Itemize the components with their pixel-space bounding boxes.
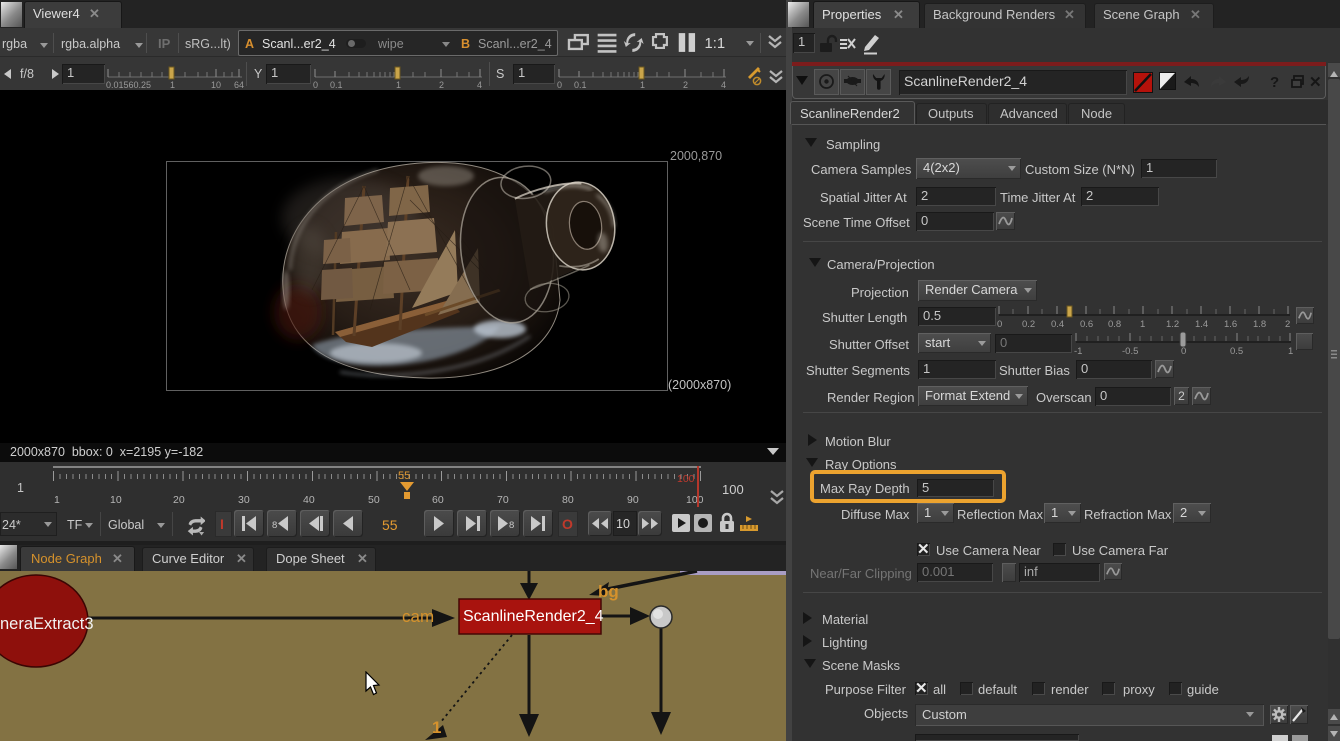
svg-text:0.01560.25: 0.01560.25 xyxy=(106,80,151,89)
svg-text:1.4: 1.4 xyxy=(1195,319,1208,329)
svg-text:64: 64 xyxy=(234,80,244,89)
svg-text:8: 8 xyxy=(509,520,514,531)
svg-text:4: 4 xyxy=(721,80,726,89)
svg-text:1.6: 1.6 xyxy=(1224,319,1237,329)
svg-text:4: 4 xyxy=(477,80,482,89)
svg-text:0: 0 xyxy=(313,80,318,89)
svg-text:1: 1 xyxy=(1288,346,1293,356)
svg-text:0.4: 0.4 xyxy=(1051,319,1064,329)
svg-text:0.1: 0.1 xyxy=(574,80,587,89)
svg-text:0.5: 0.5 xyxy=(1230,346,1243,356)
svg-text:0.8: 0.8 xyxy=(1108,319,1121,329)
svg-text:0: 0 xyxy=(997,319,1002,329)
svg-text:10: 10 xyxy=(211,80,221,89)
svg-text:1.2: 1.2 xyxy=(1166,319,1179,329)
svg-text:-1: -1 xyxy=(1074,346,1082,356)
svg-text:2: 2 xyxy=(1285,319,1290,329)
svg-text:1.8: 1.8 xyxy=(1253,319,1266,329)
svg-text:2: 2 xyxy=(683,80,688,89)
svg-text:1: 1 xyxy=(640,80,645,89)
svg-text:0.6: 0.6 xyxy=(1080,319,1093,329)
svg-text:0.1: 0.1 xyxy=(330,80,343,89)
svg-text:2: 2 xyxy=(439,80,444,89)
svg-text:-0.5: -0.5 xyxy=(1122,346,1138,356)
svg-text:1: 1 xyxy=(170,80,175,89)
svg-text:0.2: 0.2 xyxy=(1022,319,1035,329)
svg-text:1: 1 xyxy=(1140,319,1145,329)
svg-text:0: 0 xyxy=(557,80,562,89)
svg-text:1: 1 xyxy=(396,80,401,89)
svg-text:0: 0 xyxy=(1181,346,1186,356)
svg-text:1:1: 1:1 xyxy=(704,36,725,52)
svg-text:8: 8 xyxy=(272,520,277,531)
